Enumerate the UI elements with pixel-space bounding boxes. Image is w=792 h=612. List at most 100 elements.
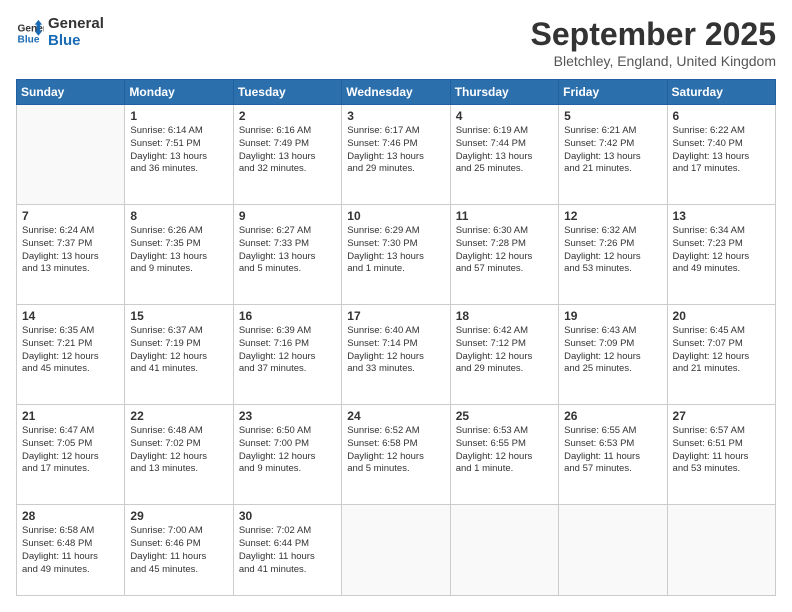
cell-info: Daylight: 13 hours [239, 151, 336, 164]
cell-info: and 49 minutes. [22, 564, 119, 577]
cell-info: Daylight: 12 hours [130, 351, 227, 364]
calendar-cell [667, 505, 775, 596]
cell-info: Sunset: 7:19 PM [130, 338, 227, 351]
cell-info: Sunrise: 6:35 AM [22, 325, 119, 338]
cell-info: and 21 minutes. [673, 363, 770, 376]
day-number: 27 [673, 409, 770, 423]
calendar-cell: 21Sunrise: 6:47 AMSunset: 7:05 PMDayligh… [17, 405, 125, 505]
calendar-cell: 19Sunrise: 6:43 AMSunset: 7:09 PMDayligh… [559, 305, 667, 405]
cell-info: Daylight: 13 hours [456, 151, 553, 164]
cell-info: Daylight: 13 hours [239, 251, 336, 264]
cell-info: and 45 minutes. [22, 363, 119, 376]
cell-info: Sunset: 7:46 PM [347, 138, 444, 151]
cell-info: and 53 minutes. [564, 263, 661, 276]
day-number: 28 [22, 509, 119, 523]
week-row-3: 14Sunrise: 6:35 AMSunset: 7:21 PMDayligh… [17, 305, 776, 405]
cell-info: Sunrise: 6:50 AM [239, 425, 336, 438]
cell-info: and 1 minute. [347, 263, 444, 276]
cell-info: Sunrise: 6:16 AM [239, 125, 336, 138]
cell-info: Daylight: 12 hours [239, 451, 336, 464]
cell-info: Sunset: 7:49 PM [239, 138, 336, 151]
cell-info: Sunrise: 6:47 AM [22, 425, 119, 438]
cell-info: Daylight: 13 hours [673, 151, 770, 164]
calendar-cell: 17Sunrise: 6:40 AMSunset: 7:14 PMDayligh… [342, 305, 450, 405]
calendar-header-tuesday: Tuesday [233, 80, 341, 105]
cell-info: Sunrise: 6:58 AM [22, 525, 119, 538]
cell-info: and 57 minutes. [456, 263, 553, 276]
cell-info: Sunset: 7:37 PM [22, 238, 119, 251]
cell-info: Sunrise: 6:27 AM [239, 225, 336, 238]
calendar-cell: 1Sunrise: 6:14 AMSunset: 7:51 PMDaylight… [125, 105, 233, 205]
day-number: 11 [456, 209, 553, 223]
cell-info: Sunrise: 6:14 AM [130, 125, 227, 138]
cell-info: and 29 minutes. [347, 163, 444, 176]
cell-info: Daylight: 12 hours [347, 351, 444, 364]
cell-info: Daylight: 12 hours [456, 251, 553, 264]
cell-info: Sunset: 7:23 PM [673, 238, 770, 251]
cell-info: and 13 minutes. [130, 463, 227, 476]
cell-info: Sunset: 7:16 PM [239, 338, 336, 351]
cell-info: Daylight: 13 hours [347, 151, 444, 164]
page-header: General Blue General Blue September 2025… [16, 16, 776, 69]
cell-info: Daylight: 12 hours [564, 251, 661, 264]
cell-info: Sunrise: 6:37 AM [130, 325, 227, 338]
week-row-2: 7 Sunrise: 6:24 AMSunset: 7:37 PM Daylight… [17, 205, 776, 305]
cell-info: Sunset: 6:51 PM [673, 438, 770, 451]
cell-info: Daylight: 11 hours [239, 551, 336, 564]
day-number: 24 [347, 409, 444, 423]
cell-info: Sunrise: 6:39 AM [239, 325, 336, 338]
cell-info: and 9 minutes. [130, 263, 227, 276]
cell-info: Daylight: 12 hours [347, 451, 444, 464]
day-number: 12 [564, 209, 661, 223]
cell-info: Sunrise: 7:00 AM [130, 525, 227, 538]
cell-info: Sunrise: 6:24 AM [22, 225, 119, 238]
month-title: September 2025 [531, 16, 776, 53]
cell-info: Sunset: 7:40 PM [673, 138, 770, 151]
calendar-cell: 27Sunrise: 6:57 AMSunset: 6:51 PMDayligh… [667, 405, 775, 505]
cell-info: and 25 minutes. [456, 163, 553, 176]
calendar-cell: 20Sunrise: 6:45 AMSunset: 7:07 PMDayligh… [667, 305, 775, 405]
cell-info: and 21 minutes. [564, 163, 661, 176]
calendar-cell: 9Sunrise: 6:27 AMSunset: 7:33 PMDaylight… [233, 205, 341, 305]
cell-info: Sunset: 7:28 PM [456, 238, 553, 251]
cell-info: Daylight: 12 hours [130, 451, 227, 464]
cell-info: Sunset: 6:53 PM [564, 438, 661, 451]
cell-info: and 17 minutes. [22, 463, 119, 476]
cell-info: and 29 minutes. [456, 363, 553, 376]
calendar-header-monday: Monday [125, 80, 233, 105]
calendar-cell: 12Sunrise: 6:32 AMSunset: 7:26 PMDayligh… [559, 205, 667, 305]
cell-info: Sunset: 7:02 PM [130, 438, 227, 451]
day-number: 26 [564, 409, 661, 423]
cell-info: Sunrise: 6:53 AM [456, 425, 553, 438]
cell-info: Daylight: 12 hours [456, 351, 553, 364]
calendar-cell: 6Sunrise: 6:22 AMSunset: 7:40 PMDaylight… [667, 105, 775, 205]
cell-info: Sunset: 6:44 PM [239, 538, 336, 551]
calendar-cell: 28Sunrise: 6:58 AMSunset: 6:48 PMDayligh… [17, 505, 125, 596]
cell-info: and 49 minutes. [673, 263, 770, 276]
day-number: 13 [673, 209, 770, 223]
day-number: 7 [22, 209, 119, 223]
calendar-cell [17, 105, 125, 205]
cell-info: Sunrise: 6:19 AM [456, 125, 553, 138]
cell-info: Sunrise: 6:32 AM [564, 225, 661, 238]
cell-info: Daylight: 12 hours [564, 351, 661, 364]
cell-info: Daylight: 11 hours [130, 551, 227, 564]
day-number: 29 [130, 509, 227, 523]
cell-info: Sunset: 7:44 PM [456, 138, 553, 151]
cell-info: Sunrise: 6:40 AM [347, 325, 444, 338]
calendar-cell: 25Sunrise: 6:53 AMSunset: 6:55 PMDayligh… [450, 405, 558, 505]
cell-info: Daylight: 13 hours [130, 251, 227, 264]
calendar-cell: 4Sunrise: 6:19 AMSunset: 7:44 PMDaylight… [450, 105, 558, 205]
cell-info: Daylight: 13 hours [347, 251, 444, 264]
calendar-cell: 8Sunrise: 6:26 AMSunset: 7:35 PMDaylight… [125, 205, 233, 305]
cell-info: Sunset: 7:05 PM [22, 438, 119, 451]
day-number: 2 [239, 109, 336, 123]
cell-info: and 5 minutes. [347, 463, 444, 476]
calendar-cell: 13Sunrise: 6:34 AMSunset: 7:23 PMDayligh… [667, 205, 775, 305]
cell-info: Sunrise: 6:26 AM [130, 225, 227, 238]
calendar-cell: 5Sunrise: 6:21 AMSunset: 7:42 PMDaylight… [559, 105, 667, 205]
cell-info: Sunrise: 6:34 AM [673, 225, 770, 238]
cell-info: Sunset: 7:00 PM [239, 438, 336, 451]
cell-info: Daylight: 12 hours [22, 451, 119, 464]
cell-info: and 17 minutes. [673, 163, 770, 176]
